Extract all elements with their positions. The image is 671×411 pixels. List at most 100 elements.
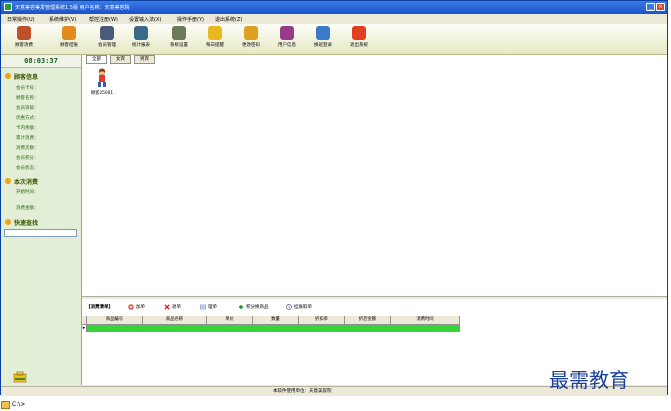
toolbar-button-checkout[interactable]: 顾客结账 <box>51 26 87 53</box>
toolbar-button-key[interactable]: 更改密码 <box>233 26 269 53</box>
consume-grid-header: 商品编号 商品名称 单价 数量 折扣率 折后金额 消费时间 <box>82 316 460 325</box>
field-member-level: 会员等级： <box>16 106 39 111</box>
add-order-label: 加单 <box>136 305 145 310</box>
menu-register[interactable]: 帮控注册(W) <box>89 16 118 23</box>
room-label: 顾客25001 <box>90 91 114 96</box>
toolbar-button-exit[interactable]: 退出系统 <box>341 26 377 53</box>
room-tabs: 全部 女宾 男宾 <box>86 55 155 64</box>
customer-info-icon <box>5 73 11 79</box>
field-consume-amount: 消费金额： <box>16 206 39 211</box>
toolbar-label: 顾客结账 <box>60 43 78 48</box>
app-window: 天意美容美发管理系统1.5版 用户名称：天意美容院 _ × 日常操作(U) 系统… <box>0 0 668 396</box>
field-points: 会员积分： <box>16 156 39 161</box>
credit-order-icon <box>286 304 292 310</box>
toolbar-label: 每日提醒 <box>206 43 224 48</box>
quick-search-input[interactable] <box>4 229 77 237</box>
add-order-icon <box>128 304 134 310</box>
title-bar[interactable]: 天意美容美发管理系统1.5版 用户名称：天意美容院 _ × <box>1 1 667 14</box>
customer-figure-icon <box>98 68 106 87</box>
toolbar-label: 退出系统 <box>350 43 368 48</box>
menu-input-method[interactable]: 设置输入法(X) <box>129 16 161 23</box>
member-icon <box>100 26 114 40</box>
col-amount[interactable]: 折后金额 <box>345 316 391 324</box>
toolbar-label: 换班登录 <box>314 43 332 48</box>
toolbar-button-user-info[interactable]: 用户信息 <box>269 26 305 53</box>
menu-exit[interactable]: 退出系统(Z) <box>215 16 242 23</box>
menu-manual[interactable]: 操作手册(Y) <box>177 16 204 23</box>
report-icon <box>134 26 148 40</box>
field-balance: 卡内余额： <box>16 126 39 131</box>
points-exchange-button[interactable]: 积分换商品 <box>238 304 269 310</box>
field-total-consume: 累计消费： <box>16 136 39 141</box>
menu-maintenance[interactable]: 系统维护(V) <box>49 16 76 23</box>
arrange-order-icon <box>200 304 206 310</box>
col-item-no[interactable]: 商品编号 <box>87 316 143 324</box>
toolbar-button-settings[interactable]: 系统设置 <box>161 26 197 53</box>
exit-icon <box>352 26 366 40</box>
col-item-name[interactable]: 商品名称 <box>143 316 207 324</box>
yellow-bag-icon <box>13 371 27 383</box>
selected-row-cells[interactable] <box>87 325 460 332</box>
user-info-icon <box>280 26 294 40</box>
tab-female[interactable]: 女宾 <box>110 55 131 64</box>
arrange-order-button[interactable]: 理单 <box>200 304 217 310</box>
toolbar-button-reminder[interactable]: 每日提醒 <box>197 26 233 53</box>
window-title: 天意美容美发管理系统1.5版 用户名称：天意美容院 <box>15 5 130 11</box>
reminder-icon <box>208 26 222 40</box>
app-icon <box>4 3 12 11</box>
field-member-status: 会员状态： <box>16 166 39 171</box>
customer-info-title: 顾客信息 <box>14 74 39 81</box>
toolbar-label: 会员管理 <box>98 43 116 48</box>
col-quantity[interactable]: 数量 <box>253 316 299 324</box>
points-exchange-icon <box>238 304 244 310</box>
toolbar-label: 系统设置 <box>170 43 188 48</box>
this-consume-icon <box>5 178 11 184</box>
key-icon <box>244 26 258 40</box>
status-text: 本软件使用单位：天意美容院 <box>273 389 332 394</box>
toolbar-button-report[interactable]: 统计报表 <box>123 26 159 53</box>
quick-search-title: 快速查找 <box>14 220 39 227</box>
tab-male[interactable]: 男宾 <box>134 55 155 64</box>
consume-list-title: 【消费清单】 <box>86 305 113 310</box>
toolbar-label: 顾客消费 <box>15 43 33 48</box>
quick-search-icon <box>5 219 11 225</box>
minimize-button[interactable]: _ <box>646 3 655 11</box>
cancel-order-button[interactable]: 退单 <box>164 304 181 310</box>
points-exchange-label: 积分换商品 <box>246 305 269 310</box>
col-discount[interactable]: 折扣率 <box>299 316 345 324</box>
shift-login-icon <box>316 26 330 40</box>
field-customer-name: 顾客名称： <box>16 96 39 101</box>
main-toolbar: 顾客消费 顾客结账 会员管理 统计报表 系统设置 每日提醒 更改密码 用户信息 换班登录 退出系统 <box>1 24 667 55</box>
customer-consume-icon <box>17 26 31 40</box>
consume-toolbar: 【消费清单】 加单 退单 理单 积分换商品 挂账取单 <box>82 302 667 314</box>
toolbar-button-customer-consume[interactable]: 顾客消费 <box>6 26 42 53</box>
taskbar-item[interactable]: C:\> <box>1 398 41 411</box>
close-button[interactable]: × <box>656 3 665 11</box>
room-item[interactable]: 顾客25001 <box>90 68 114 96</box>
col-price[interactable]: 单价 <box>207 316 253 324</box>
this-consume-title: 本次消费 <box>14 179 39 186</box>
settings-icon <box>172 26 186 40</box>
left-panel: 08:03:37 顾客信息 会员卡号： 顾客名称： 会员等级： 优惠方式： 卡内… <box>1 55 82 385</box>
splitter[interactable] <box>82 296 667 299</box>
arrange-order-label: 理单 <box>208 305 217 310</box>
col-consume-time[interactable]: 消费时间 <box>391 316 460 324</box>
toolbar-label: 统计报表 <box>132 43 150 48</box>
credit-order-button[interactable]: 挂账取单 <box>286 304 312 310</box>
clock: 08:03:37 <box>1 55 81 68</box>
toolbar-label: 更改密码 <box>242 43 260 48</box>
add-order-button[interactable]: 加单 <box>128 304 145 310</box>
toolbar-button-member[interactable]: 会员管理 <box>89 26 125 53</box>
field-consume-count: 消费次数： <box>16 146 39 151</box>
tab-all[interactable]: 全部 <box>86 55 107 64</box>
field-start-time: 开始时间： <box>16 190 39 195</box>
watermark: 最需教育 <box>549 368 629 392</box>
credit-order-label: 挂账取单 <box>294 305 312 310</box>
field-card-no: 会员卡号： <box>16 86 39 91</box>
consume-grid-row[interactable]: ▸ <box>82 325 460 332</box>
checkout-icon <box>62 26 76 40</box>
toolbar-button-shift-login[interactable]: 换班登录 <box>305 26 341 53</box>
main-area: 全部 女宾 男宾 顾客25001 【消费清单】 加单 退单 理单 积分换商品 挂… <box>82 55 667 385</box>
menu-daily[interactable]: 日常操作(U) <box>7 16 35 23</box>
cancel-order-icon <box>164 304 170 310</box>
